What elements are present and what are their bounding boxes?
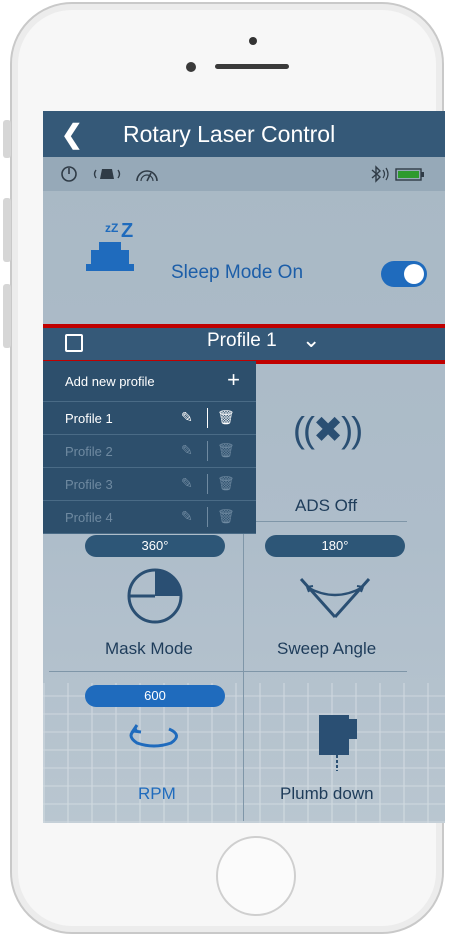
chevron-left-icon[interactable]: ❮ [61,119,83,150]
plumb-down-label: Plumb down [280,784,374,803]
separator [207,474,208,494]
rotation-icon[interactable] [123,721,185,751]
volume-down-button [3,284,11,348]
horizontal-divider [49,671,407,672]
sweep-angle-label: Sweep Angle [277,639,377,658]
mask-value-badge[interactable]: 360° [85,535,225,557]
profile-item[interactable]: Profile 4 ✎ 🗑 [43,501,256,534]
bluetooth-icon [371,165,389,183]
header-bar: ❮ Rotary Laser Control [43,111,445,157]
svg-text:zZ: zZ [105,221,118,235]
page-title: Rotary Laser Control [123,121,336,147]
plumb-down-icon[interactable] [315,709,363,773]
rpm-label: RPM [138,784,176,803]
trash-icon: 🗑 [217,442,235,458]
toggle-knob [404,264,424,284]
profile-item-label: Profile 2 [65,444,113,459]
chevron-down-icon[interactable]: ⌄ [302,327,320,353]
proximity-sensor [186,62,196,72]
earpiece-speaker [215,64,289,69]
mute-switch [3,120,11,158]
sweep-value-badge[interactable]: 180° [265,535,405,557]
pencil-icon[interactable]: ✎ [181,409,193,426]
separator [207,441,208,461]
profile-item-label: Profile 3 [65,477,113,492]
trash-icon: 🗑 [217,475,235,491]
profile-item[interactable]: Profile 1 ✎ 🗑 [43,402,256,435]
svg-text:Z: Z [121,220,133,242]
separator [207,408,208,428]
home-button[interactable] [216,836,296,916]
pencil-icon: ✎ [181,508,193,524]
mask-mode-label: Mask Mode [105,639,193,658]
sweep-angle-icon[interactable] [297,573,373,621]
volume-up-button [3,198,11,262]
ads-off-icon[interactable]: ((✖)) [293,409,363,451]
profile-selected[interactable]: Profile 1 [207,330,277,352]
add-profile-row[interactable]: Add new profile + [43,361,256,402]
save-icon[interactable] [65,334,83,352]
front-camera [249,37,257,45]
sleep-mode-toggle[interactable] [381,261,427,287]
pencil-icon: ✎ [181,475,193,491]
profile-item-label: Profile 1 [65,411,113,426]
separator [207,507,208,527]
gauge-icon [136,170,158,182]
profile-item[interactable]: Profile 2 ✎ 🗑 [43,435,256,468]
app-screen: ❮ Rotary Laser Control zZ Z Sleep Mode O… [43,111,445,823]
trash-icon: 🗑 [217,508,235,524]
profile-dropdown: Add new profile + Profile 1 ✎ 🗑 Profile … [43,361,256,534]
power-icon [61,166,77,182]
ads-label: ADS Off [295,496,358,515]
pencil-icon: ✎ [181,442,193,458]
rpm-value-badge[interactable]: 600 [85,685,225,707]
add-profile-label: Add new profile [65,374,155,389]
status-bar [43,157,445,191]
battery-icon [395,168,424,181]
trash-icon[interactable]: 🗑 [217,409,235,426]
mask-mode-icon[interactable] [126,567,184,625]
plus-icon[interactable]: + [227,367,240,393]
profile-item[interactable]: Profile 3 ✎ 🗑 [43,468,256,501]
profile-item-label: Profile 4 [65,510,113,525]
sleep-mode-icon: zZ Z [86,220,134,271]
sleep-mode-label: Sleep Mode On [171,262,304,283]
laser-pointer-icon [93,169,121,179]
